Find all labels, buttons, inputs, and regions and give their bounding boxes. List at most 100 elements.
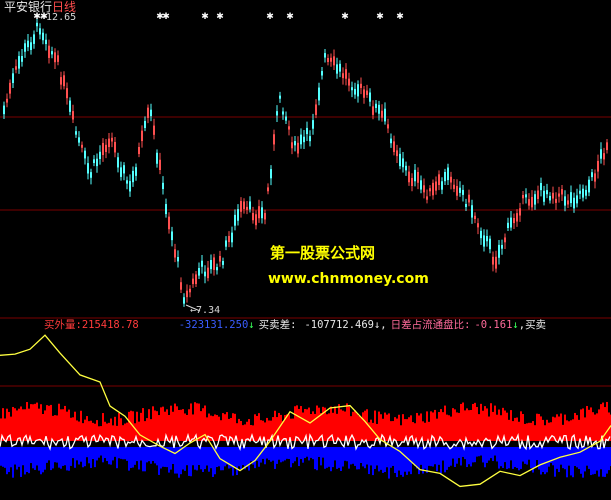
sell-volume-bar <box>600 447 602 470</box>
buy-volume-bar <box>38 408 40 441</box>
candlestick-series <box>3 17 608 307</box>
candle-body <box>219 256 221 262</box>
buy-volume-bar <box>464 410 466 441</box>
sell-volume-bar <box>22 447 24 466</box>
buy-volume-bar <box>74 411 76 441</box>
buy-volume-bar <box>486 408 488 441</box>
sell-volume-bar <box>54 447 56 463</box>
buy-volume-bar <box>36 402 38 441</box>
sell-volume-bar <box>458 447 460 459</box>
info-marker-icon: ✱ <box>396 12 404 22</box>
candle-body <box>225 240 227 247</box>
candle-body <box>165 204 167 215</box>
candle-body <box>201 260 203 267</box>
info-marker-icon: ✱ <box>266 12 274 22</box>
candle-body <box>591 172 593 178</box>
candle-body <box>606 142 608 151</box>
sell-volume-bar <box>446 447 448 470</box>
buy-volume-bar <box>18 408 20 441</box>
ratio-label: 日差占流通盘比: <box>390 319 471 331</box>
candle-body <box>252 212 254 221</box>
sell-volume-bar <box>14 447 16 465</box>
sell-volume-bar <box>376 447 378 466</box>
info-marker-icon: ✱ <box>376 12 384 22</box>
sell-volume-bar <box>454 447 456 467</box>
candle-body <box>603 153 605 160</box>
candle-body <box>504 237 506 243</box>
sell-volume-bar <box>142 447 144 472</box>
candle-body <box>288 126 290 130</box>
buy-volume-bar <box>292 418 294 441</box>
buy-volume-bar <box>458 412 460 441</box>
candle-body <box>111 137 113 142</box>
sell-volume-bar <box>118 447 120 459</box>
sell-volume-bar <box>192 447 194 466</box>
candle-body <box>186 290 188 298</box>
candle-body <box>381 110 383 118</box>
candle-body <box>27 40 29 48</box>
candle-body <box>207 267 209 279</box>
buy-volume-bar <box>348 406 350 441</box>
sell-volume-bar <box>500 447 502 467</box>
buy-volume-bar <box>54 415 56 441</box>
buy-volume-bar <box>56 415 58 441</box>
sell-volume-bar <box>468 447 470 465</box>
buy-volume-bar <box>540 416 542 441</box>
sell-volume-bar <box>316 447 318 471</box>
candle-body <box>105 144 107 152</box>
buy-volume-bar <box>530 422 532 441</box>
sell-volume-bar <box>208 447 210 472</box>
buy-volume-bar <box>294 406 296 441</box>
buy-volume-bar <box>428 421 430 441</box>
candle-body <box>501 244 503 249</box>
sell-volume-bar <box>196 447 198 471</box>
sell-volume-bar <box>34 447 36 470</box>
sell-volume-bar <box>562 447 564 469</box>
sell-volume-bar <box>554 447 556 477</box>
candle-body <box>471 205 473 218</box>
sell-volume-bar <box>492 447 494 462</box>
candle-body <box>171 231 173 241</box>
sell-volume-bar <box>314 447 316 470</box>
sell-volume-bar <box>270 447 272 462</box>
sell-volume-bar <box>592 447 594 475</box>
candle-body <box>282 111 284 115</box>
sell-volume-bar <box>152 447 154 461</box>
info-marker-icon: ✱ <box>162 12 170 22</box>
sell-volume-bar <box>584 447 586 472</box>
candle-body <box>384 108 386 122</box>
sell-volume-bar <box>228 447 230 469</box>
buy-volume-bar <box>150 419 152 441</box>
buy-volume-bar <box>102 413 104 441</box>
candle-body <box>348 78 350 86</box>
buy-volume-bar <box>14 408 16 441</box>
buy-volume-bar <box>346 403 348 441</box>
candle-body <box>96 158 98 167</box>
buy-volume-bar <box>508 419 510 441</box>
buy-volume-bar <box>58 403 60 441</box>
candle-body <box>468 194 470 203</box>
sell-volume-bar <box>424 447 426 469</box>
buy-volume-bar <box>480 403 482 441</box>
buy-out-label: 买外量: <box>44 319 82 331</box>
sell-volume-bar <box>332 447 334 468</box>
sell-volume-bar <box>568 447 570 466</box>
sell-volume-bar <box>106 447 108 462</box>
sell-volume-bar <box>122 447 124 460</box>
sell-volume-bar <box>144 447 146 472</box>
buy-volume-bar <box>470 409 472 441</box>
sell-volume-bar <box>180 447 182 475</box>
sell-volume-bar <box>80 447 82 462</box>
buy-volume-bar <box>138 421 140 441</box>
sell-volume-bar <box>336 447 338 469</box>
candle-body <box>360 83 362 88</box>
sell-volume-bar <box>30 447 32 464</box>
sell-volume-bar <box>394 447 396 474</box>
sell-volume-bar <box>566 447 568 478</box>
buy-volume-bar <box>300 406 302 441</box>
buy-volume-bar <box>6 408 8 441</box>
candle-body <box>438 174 440 185</box>
candle-body <box>318 87 320 101</box>
sell-volume-bar <box>70 447 72 466</box>
sell-volume-bar <box>414 447 416 466</box>
